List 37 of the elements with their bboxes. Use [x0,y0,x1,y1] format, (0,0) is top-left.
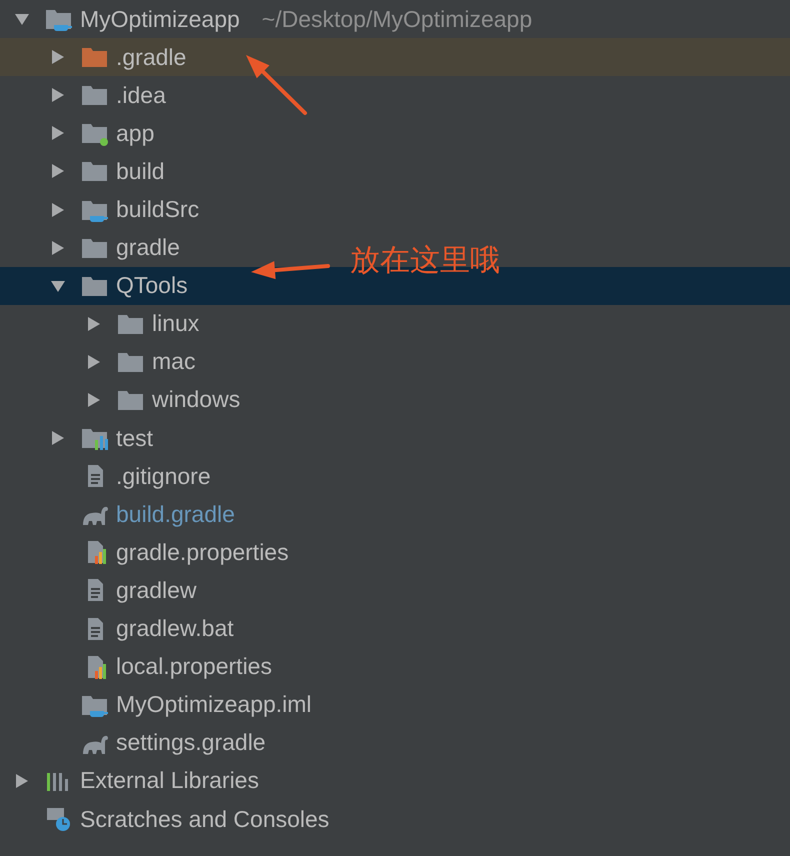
path-label: ~/Desktop/MyOptimizeapp [262,6,532,33]
item-label: buildSrc [116,196,200,224]
item-label: linux [152,310,200,338]
item-label: MyOptimizeapp [80,6,240,33]
item-label: settings.gradle [116,729,266,756]
triangle-down-icon[interactable] [14,11,30,28]
item-label: windows [152,386,240,414]
item-label: gradle.properties [116,538,289,566]
item-label: app [116,120,154,147]
item-label: .gitignore [116,462,211,490]
triangle-right-icon[interactable] [86,354,102,370]
triangle-right-icon[interactable] [50,240,66,256]
item-label: local.properties [116,653,272,680]
item-label: build.gradle [116,500,235,528]
item-label: External Libraries [80,767,259,794]
item-label: gradlew [116,576,197,604]
triangle-right-icon[interactable] [50,430,66,446]
tree-row[interactable]: .gradle [0,38,790,76]
annotation-arrow [246,55,307,115]
item-label: gradle [116,234,180,262]
triangle-right-icon[interactable] [86,316,102,332]
item-label: test [116,424,154,452]
triangle-right-icon[interactable] [50,87,66,104]
item-label: .idea [116,82,166,109]
item-label: Scratches and Consoles [80,806,330,833]
item-label: build [116,158,165,185]
item-label: mac [152,348,196,376]
triangle-right-icon[interactable] [50,125,66,142]
item-label: .gradle [116,44,186,71]
item-label: gradlew.bat [116,615,234,642]
triangle-right-icon[interactable] [86,392,102,408]
triangle-right-icon[interactable] [14,772,30,789]
item-label: MyOptimizeapp.iml [116,691,312,718]
item-label: QTools [116,272,188,300]
triangle-right-icon[interactable] [50,49,66,66]
triangle-right-icon[interactable] [50,163,66,180]
triangle-right-icon[interactable] [50,202,66,218]
